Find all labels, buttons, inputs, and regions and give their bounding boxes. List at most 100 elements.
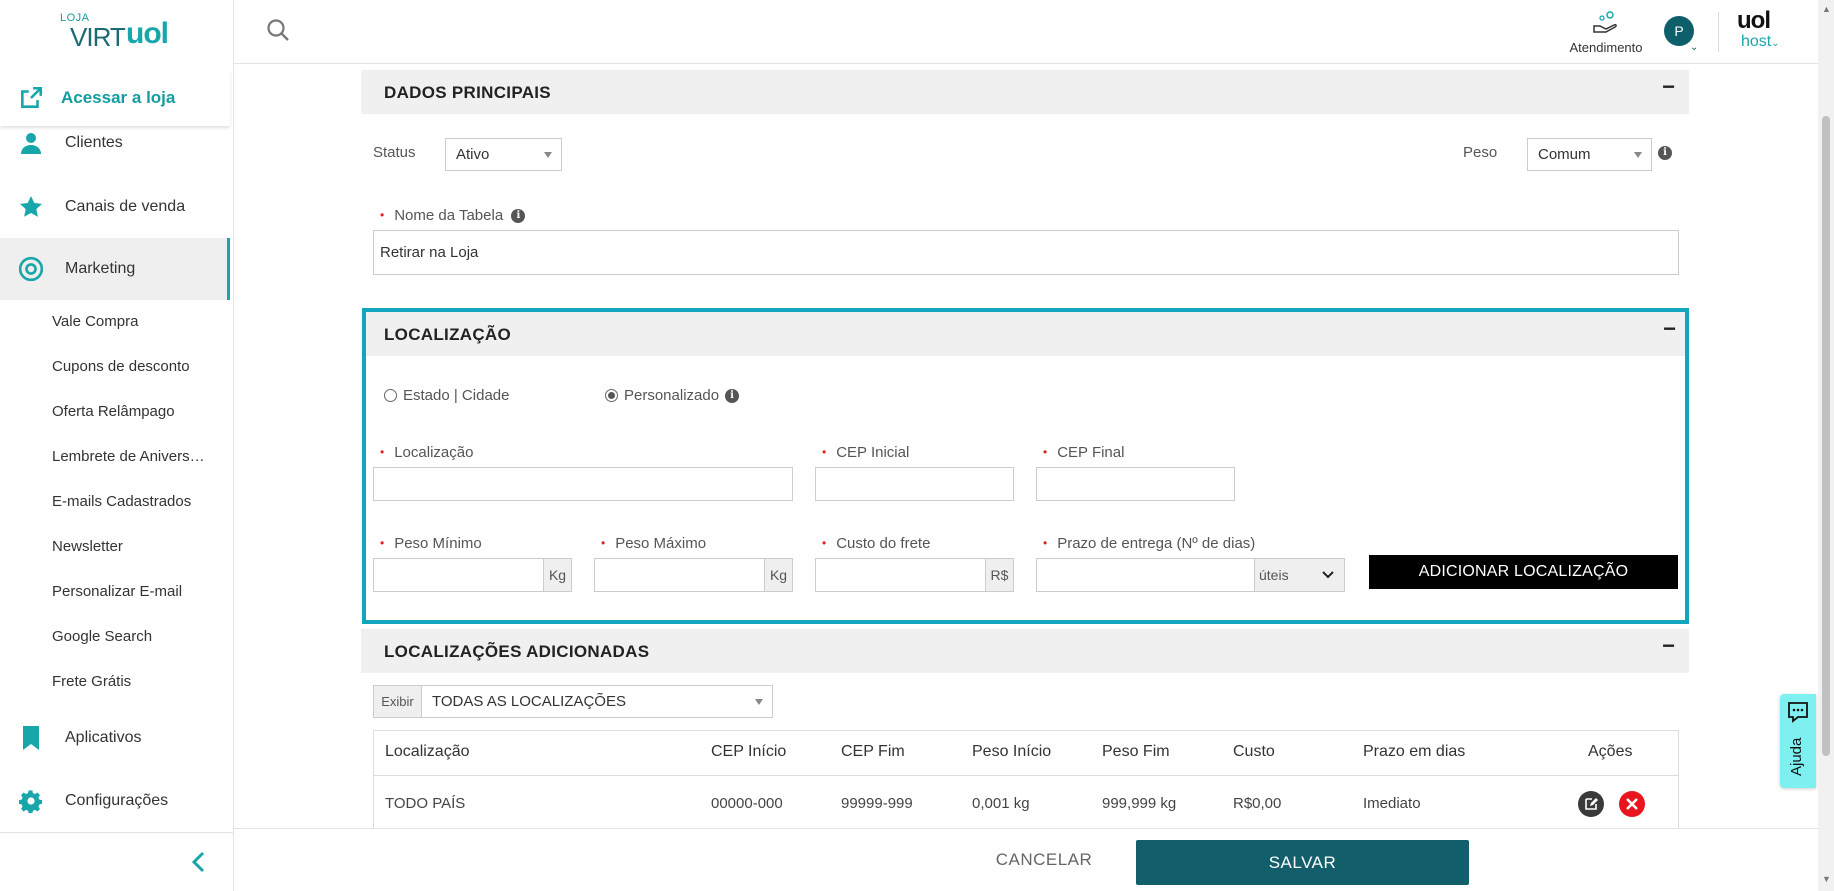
- caret-down-icon: [755, 699, 763, 705]
- submenu-item[interactable]: Newsletter: [52, 538, 123, 555]
- column-header: Custo: [1233, 743, 1275, 760]
- cell-peso-fim: 999,999 kg: [1102, 795, 1177, 812]
- sidebar-item-configuracoes[interactable]: Configurações: [0, 770, 230, 832]
- localizacao-header[interactable]: LOCALIZAÇÃO −: [366, 312, 1685, 356]
- radio-estado-cidade[interactable]: Estado | Cidade: [384, 387, 509, 404]
- info-icon[interactable]: i: [1658, 146, 1672, 160]
- cancel-button[interactable]: CANCELAR: [974, 841, 1114, 879]
- custo-frete-input[interactable]: R$: [815, 558, 1014, 592]
- sidebar-item-marketing[interactable]: Marketing: [0, 238, 230, 300]
- acessar-loja-link[interactable]: Acessar a loja: [0, 70, 230, 126]
- status-label: Status: [373, 144, 416, 161]
- cep-inicial-input[interactable]: [815, 467, 1014, 501]
- submenu-item[interactable]: Google Search: [52, 628, 152, 645]
- uol-host-menu[interactable]: uol host⌄: [1737, 8, 1787, 52]
- uol-host-logo-text: uol: [1737, 7, 1771, 34]
- caret-down-icon: [544, 152, 552, 158]
- gear-icon: [18, 788, 44, 814]
- scrollbar-thumb[interactable]: [1822, 116, 1830, 756]
- adicionar-localizacao-button[interactable]: ADICIONAR LOCALIZAÇÃO: [1369, 555, 1678, 589]
- peso-minimo-input[interactable]: Kg: [373, 558, 572, 592]
- support-hand-icon: [1593, 11, 1617, 33]
- sidebar: LOJA VIRT uol Acessar a loja Clientes Ca…: [0, 0, 234, 891]
- chat-help-icon: [1788, 702, 1808, 723]
- sidebar-item-label: Configurações: [65, 792, 169, 809]
- submenu-item[interactable]: Personalizar E-mail: [52, 583, 182, 600]
- prazo-entrega-input[interactable]: úteis: [1036, 558, 1345, 592]
- top-header: Atendimento P ⌄ uol host⌄: [234, 0, 1818, 64]
- peso-maximo-label: • Peso Máximo: [601, 535, 707, 552]
- submenu-item[interactable]: Vale Compra: [52, 313, 138, 330]
- delete-icon[interactable]: [1619, 791, 1645, 817]
- edit-icon[interactable]: [1578, 791, 1604, 817]
- search-icon[interactable]: [266, 18, 290, 42]
- nome-tabela-input[interactable]: Retirar na Loja: [373, 230, 1679, 275]
- radio-circle: [384, 389, 397, 402]
- peso-label: Peso: [1463, 144, 1498, 161]
- column-header: CEP Início: [711, 743, 787, 760]
- scroll-down-icon[interactable]: ▼: [1822, 874, 1831, 884]
- localizacao-input[interactable]: [373, 467, 793, 501]
- sidebar-item-aplicativos[interactable]: Aplicativos: [0, 707, 230, 769]
- prazo-entrega-label: • Prazo de entrega (Nº de dias): [1043, 535, 1256, 552]
- logo-uol-text: uol: [126, 17, 169, 50]
- cep-inicial-label-text: CEP Inicial: [836, 444, 910, 461]
- kg-addon: Kg: [543, 559, 571, 591]
- cell-localizacao: TODO PAÍS: [385, 795, 466, 812]
- sidebar-collapse-bar: [0, 832, 234, 891]
- submenu-item[interactable]: Lembrete de Anivers…: [52, 448, 205, 465]
- column-header: Peso Fim: [1102, 743, 1170, 760]
- logo-virt-text: VIRT: [70, 22, 126, 52]
- sidebar-item-canais-de-venda[interactable]: Canais de venda: [0, 176, 230, 238]
- info-icon[interactable]: i: [511, 209, 526, 224]
- page-scrollbar[interactable]: ▲ ▼: [1818, 0, 1834, 891]
- nome-tabela-label: • Nome da Tabela i: [380, 207, 526, 224]
- status-select[interactable]: Ativo: [445, 138, 562, 171]
- sidebar-item-label: Aplicativos: [65, 729, 142, 746]
- sidebar-item-label: Canais de venda: [65, 198, 186, 215]
- submenu-item[interactable]: Cupons de desconto: [52, 358, 190, 375]
- ajuda-label: Ajuda: [1788, 737, 1805, 776]
- localizacoes-table: Localização CEP Início CEP Fim Peso Iníc…: [373, 730, 1679, 830]
- status-value: Ativo: [456, 146, 490, 163]
- filtro-localizacoes-select[interactable]: TODAS AS LOCALIZAÇÕES: [421, 685, 773, 718]
- peso-maximo-label-text: Peso Máximo: [615, 535, 707, 552]
- chevron-down-icon[interactable]: ⌄: [1690, 42, 1698, 53]
- column-header: CEP Fim: [841, 743, 905, 760]
- peso-minimo-label: • Peso Mínimo: [380, 535, 482, 552]
- radio-personalizado[interactable]: Personalizado i: [605, 387, 740, 404]
- cell-peso-inicio: 0,001 kg: [972, 795, 1030, 812]
- section-title: LOCALIZAÇÃO: [384, 325, 512, 344]
- column-header: Prazo em dias: [1363, 743, 1466, 760]
- dados-principais-header[interactable]: DADOS PRINCIPAIS −: [361, 70, 1689, 114]
- cell-prazo: Imediato: [1363, 795, 1421, 812]
- localizacao-label-text: Localização: [394, 444, 474, 461]
- submenu-item[interactable]: Frete Grátis: [52, 673, 131, 690]
- cep-final-input[interactable]: [1036, 467, 1235, 501]
- localizacoes-adicionadas-header[interactable]: LOCALIZAÇÕES ADICIONADAS −: [361, 629, 1689, 673]
- peso-select[interactable]: Comum: [1527, 138, 1652, 171]
- scroll-up-icon[interactable]: ▲: [1822, 4, 1831, 14]
- loja-virtual-logo[interactable]: LOJA VIRT uol: [60, 12, 170, 52]
- section-title: DADOS PRINCIPAIS: [384, 83, 551, 102]
- submenu-item[interactable]: E-mails Cadastrados: [52, 493, 191, 510]
- filtro-value: TODAS AS LOCALIZAÇÕES: [432, 693, 626, 710]
- footer-actions: CANCELAR SALVAR: [234, 828, 1818, 891]
- radio-circle-selected: [605, 389, 618, 402]
- custo-frete-label-text: Custo do frete: [836, 535, 931, 552]
- caret-down-icon: [1634, 152, 1642, 158]
- collapse-icon[interactable]: −: [1662, 74, 1675, 100]
- atendimento-button[interactable]: Atendimento: [1556, 10, 1656, 55]
- ajuda-help-tab[interactable]: Ajuda: [1780, 694, 1816, 788]
- submenu-item[interactable]: Oferta Relâmpago: [52, 403, 175, 420]
- acessar-loja-label: Acessar a loja: [61, 88, 176, 107]
- collapse-icon[interactable]: −: [1663, 316, 1676, 342]
- peso-maximo-input[interactable]: Kg: [594, 558, 793, 592]
- required-marker: •: [380, 208, 385, 222]
- chevron-left-icon[interactable]: [190, 851, 206, 873]
- info-icon[interactable]: i: [725, 388, 740, 403]
- collapse-icon[interactable]: −: [1662, 633, 1675, 659]
- dias-tipo-select[interactable]: úteis: [1254, 559, 1344, 591]
- save-button[interactable]: SALVAR: [1136, 840, 1469, 885]
- nome-tabela-text: Nome da Tabela: [394, 207, 504, 224]
